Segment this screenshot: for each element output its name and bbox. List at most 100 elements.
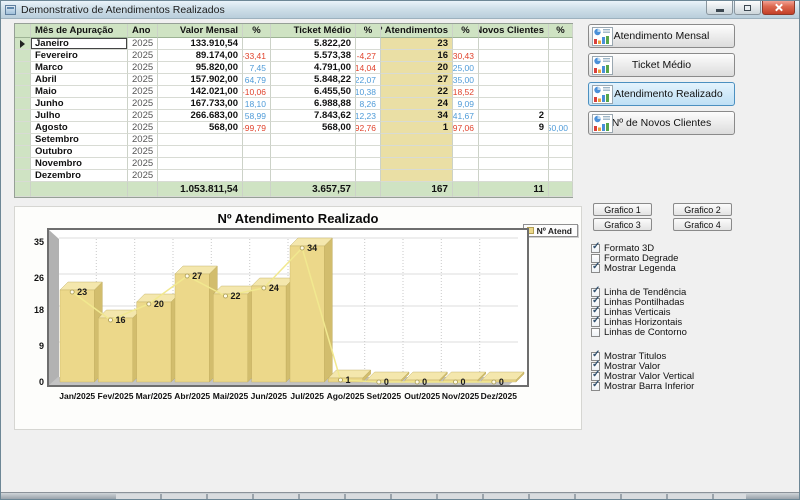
grid-cell[interactable]: 34 [381, 110, 453, 122]
grid-cell[interactable]: 4.791,00 [271, 62, 356, 74]
grid-cell[interactable]: Fevereiro [31, 50, 128, 62]
column-header[interactable]: Novos Clientes [479, 24, 549, 38]
column-header[interactable]: Mês de Apuração [31, 24, 128, 38]
grid-cell[interactable]: 2025 [128, 62, 158, 74]
row-selector[interactable] [15, 50, 31, 62]
grid-cell[interactable]: 2025 [128, 170, 158, 182]
grid-cell[interactable] [549, 62, 573, 74]
grid-cell[interactable]: -14,04 [356, 62, 381, 74]
checkbox-linhas-verticais[interactable]: ✓Linhas Verticais [591, 307, 671, 317]
grid-cell[interactable] [243, 170, 271, 182]
checkbox-linha-de-tend-ncia[interactable]: ✓Linha de Tendência [591, 287, 686, 297]
column-header[interactable]: Valor Mensal [158, 24, 243, 38]
grid-cell[interactable]: 18,10 [243, 98, 271, 110]
grid-cell[interactable] [549, 38, 573, 50]
grid-cell[interactable] [243, 158, 271, 170]
grid-cell[interactable]: Marco [31, 62, 128, 74]
grid-cell[interactable] [356, 146, 381, 158]
grid-cell[interactable]: 2 [479, 110, 549, 122]
grid-cell[interactable] [549, 170, 573, 182]
grid-cell[interactable]: 22,07 [356, 74, 381, 86]
grid-cell[interactable] [356, 38, 381, 50]
grid-cell[interactable]: -92,76 [356, 122, 381, 134]
checkbox-formato-3d[interactable]: ✓Formato 3D [591, 243, 654, 253]
grid-cell[interactable]: 568,00 [271, 122, 356, 134]
grid-cell[interactable] [549, 98, 573, 110]
grid-cell[interactable]: -10,06 [243, 86, 271, 98]
grid-cell[interactable]: 2025 [128, 158, 158, 170]
grid-cell[interactable]: -18,52 [453, 86, 479, 98]
grafico-button-3[interactable]: Grafico 3 [593, 218, 652, 231]
row-selector[interactable] [15, 86, 31, 98]
checkbox-linhas-horizontais[interactable]: ✓Linhas Horizontais [591, 317, 682, 327]
grid-cell[interactable]: 23 [381, 38, 453, 50]
grid-cell[interactable]: 133.910,54 [158, 38, 243, 50]
grid-cell[interactable] [243, 38, 271, 50]
checkbox-linhas-de-contorno[interactable]: Linhas de Contorno [591, 327, 687, 337]
grid-cell[interactable]: 2025 [128, 74, 158, 86]
grid-cell[interactable]: 89.174,00 [158, 50, 243, 62]
checkbox-mostrar-valor-vertical[interactable]: ✓Mostrar Valor Vertical [591, 371, 694, 381]
grid-cell[interactable]: 2025 [128, 86, 158, 98]
grid-cell[interactable]: 27 [381, 74, 453, 86]
column-header[interactable]: Ticket Médio [271, 24, 356, 38]
grid-cell[interactable]: -99,79 [243, 122, 271, 134]
grafico-button-4[interactable]: Grafico 4 [673, 218, 732, 231]
grid-cell[interactable] [381, 134, 453, 146]
grid-cell[interactable] [381, 158, 453, 170]
close-button[interactable] [762, 1, 795, 15]
grid-cell[interactable]: 157.902,00 [158, 74, 243, 86]
checkbox-mostrar-barra-inferior[interactable]: ✓Mostrar Barra Inferior [591, 381, 694, 391]
grid-cell[interactable]: 568,00 [158, 122, 243, 134]
grid-cell[interactable]: Agosto [31, 122, 128, 134]
grid-cell[interactable]: 58,99 [243, 110, 271, 122]
row-selector[interactable] [15, 74, 31, 86]
grid-cell[interactable]: 41,67 [453, 110, 479, 122]
grid-cell[interactable]: Setembro [31, 134, 128, 146]
grid-cell[interactable]: 167.733,00 [158, 98, 243, 110]
nav-button-n-de-novos-clientes[interactable]: Nº de Novos Clientes [588, 111, 735, 135]
grid-cell[interactable]: 2025 [128, 50, 158, 62]
grid-cell[interactable]: 20 [381, 62, 453, 74]
checkbox-mostrar-legenda[interactable]: ✓Mostrar Legenda [591, 263, 676, 273]
grid-cell[interactable] [479, 170, 549, 182]
column-header[interactable]: % [549, 24, 573, 38]
grid-cell[interactable]: 5.822,20 [271, 38, 356, 50]
grid-cell[interactable]: 1 [381, 122, 453, 134]
row-selector[interactable] [15, 110, 31, 122]
grid-cell[interactable]: 142.021,00 [158, 86, 243, 98]
grid-cell[interactable]: 5.848,22 [271, 74, 356, 86]
grid-cell[interactable] [243, 134, 271, 146]
row-selector[interactable] [15, 122, 31, 134]
grid-cell[interactable]: Dezembro [31, 170, 128, 182]
grid-cell[interactable]: -4,27 [356, 50, 381, 62]
grid-cell[interactable] [549, 158, 573, 170]
grid-cell[interactable]: 2025 [128, 122, 158, 134]
row-selector[interactable] [15, 98, 31, 110]
grid-cell[interactable]: 64,79 [243, 74, 271, 86]
grid-cell[interactable] [479, 134, 549, 146]
grid-cell[interactable] [271, 170, 356, 182]
grid-cell[interactable]: 12,23 [356, 110, 381, 122]
grid-cell[interactable]: 2025 [128, 38, 158, 50]
grid-cell[interactable] [479, 86, 549, 98]
grid-cell[interactable] [381, 170, 453, 182]
grid-cell[interactable] [479, 50, 549, 62]
grid-cell[interactable] [479, 62, 549, 74]
grid-cell[interactable]: 266.683,00 [158, 110, 243, 122]
grid-cell[interactable]: 9 [479, 122, 549, 134]
restore-button[interactable] [734, 1, 761, 15]
grid-cell[interactable] [158, 134, 243, 146]
grid-cell[interactable] [479, 146, 549, 158]
row-selector[interactable] [15, 170, 31, 182]
column-header[interactable]: % [356, 24, 381, 38]
grid-cell[interactable] [158, 170, 243, 182]
grid-cell[interactable] [453, 158, 479, 170]
row-selector[interactable] [15, 146, 31, 158]
grid-cell[interactable] [549, 50, 573, 62]
nav-button-ticket-m-dio[interactable]: Ticket Médio [588, 53, 735, 77]
column-header[interactable]: % [243, 24, 271, 38]
grid-cell[interactable]: Outubro [31, 146, 128, 158]
grid-cell[interactable] [453, 38, 479, 50]
nav-button-atendimento-mensal[interactable]: Atendimento Mensal [588, 24, 735, 48]
